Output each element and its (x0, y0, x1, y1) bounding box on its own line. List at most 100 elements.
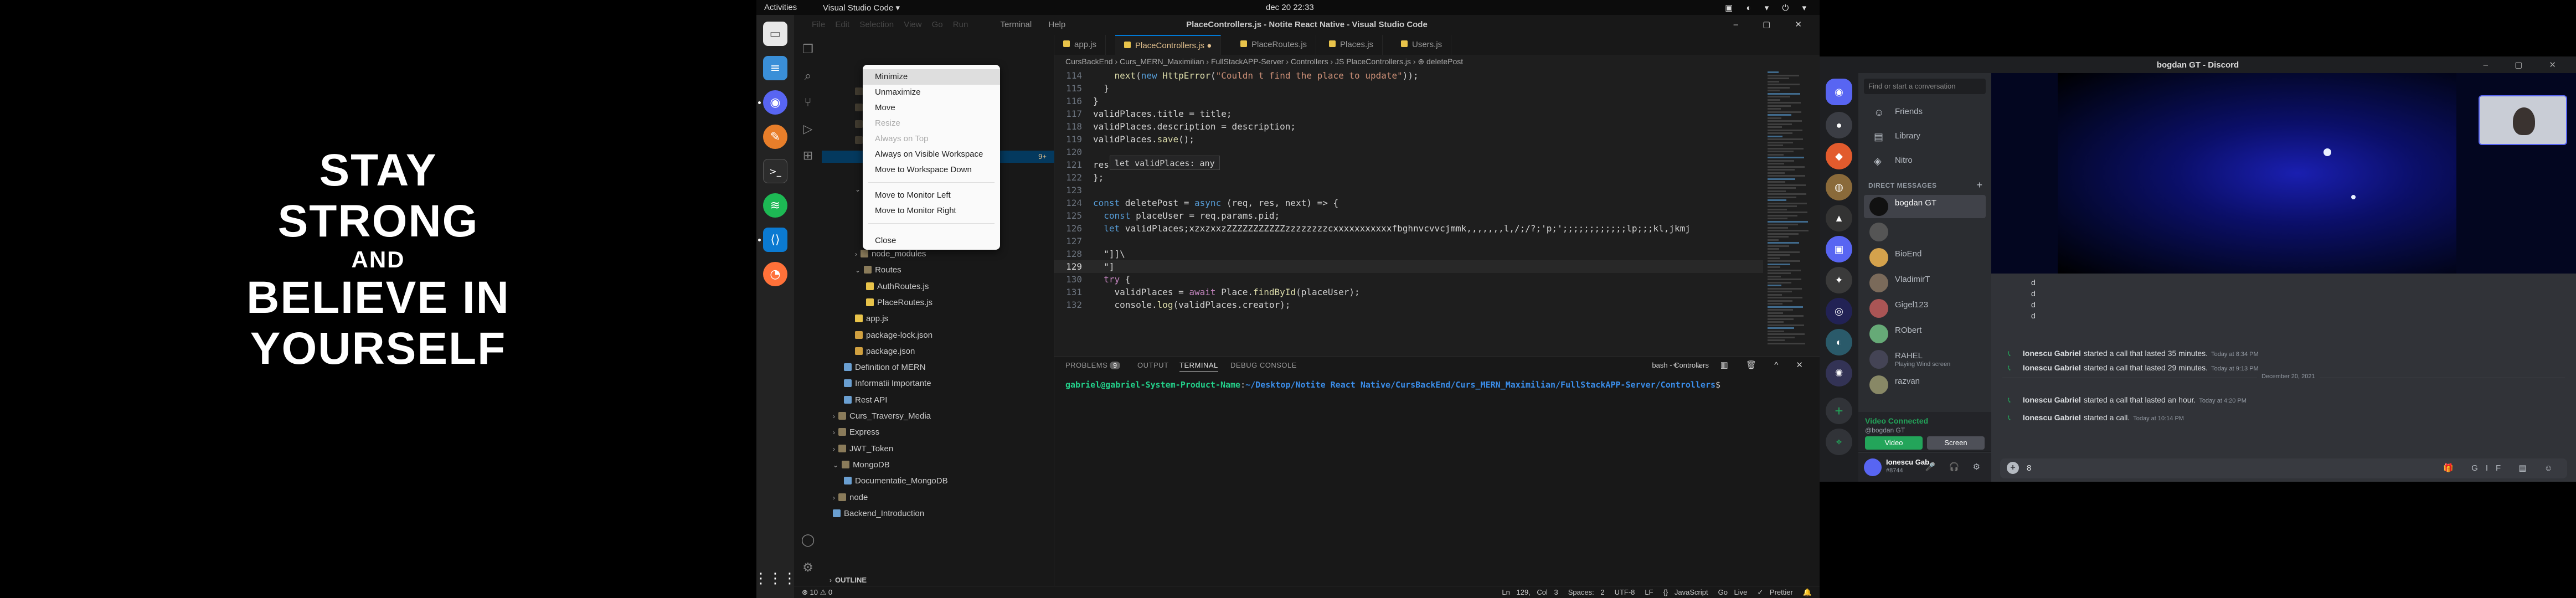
server-icon[interactable]: ✦ (1826, 267, 1852, 293)
tree-item[interactable]: › Express (833, 426, 879, 439)
dm-item[interactable]: BioEnd (1864, 246, 1986, 269)
tree-item[interactable]: › node (833, 492, 868, 504)
tab-terminal[interactable]: TERMINAL (1179, 361, 1218, 372)
account-icon[interactable]: ◯ (801, 533, 815, 548)
terminal-output[interactable]: gabriel@gabriel-System-Product-Name:~/De… (1065, 380, 1720, 390)
status-item[interactable]: UTF-8 (1615, 588, 1635, 596)
dm-item[interactable]: RObert (1864, 322, 1986, 346)
tab-1[interactable]: app.js (1054, 35, 1106, 55)
dm-item[interactable]: razvan (1864, 373, 1986, 396)
discord-home-icon[interactable]: ◉ (1826, 79, 1852, 105)
server-icon[interactable]: ◎ (1826, 298, 1852, 324)
new-dm-icon[interactable]: + (1976, 179, 1982, 191)
tab-3[interactable]: PlaceRoutes.js (1232, 35, 1317, 55)
app-menu-button[interactable]: Visual Studio Code ▾ (823, 3, 900, 13)
server-icon[interactable]: ◍ (1826, 174, 1852, 200)
tree-item[interactable]: package-lock.json (855, 329, 932, 342)
context-menu-item[interactable]: Move to Workspace Down (863, 162, 1000, 178)
server-icon[interactable]: ◆ (1826, 143, 1852, 169)
tree-item[interactable]: Backend_Introduction (833, 508, 924, 520)
extensions-icon[interactable]: ⊞ (801, 149, 815, 163)
tree-item[interactable]: Documentatie_MongoDB (844, 475, 948, 487)
nav-nitro[interactable]: ◈ Nitro (1864, 150, 1986, 172)
avatar[interactable] (1864, 458, 1882, 476)
search-input[interactable]: Find or start a conversation (1864, 79, 1986, 94)
add-attachment-icon[interactable]: + (2007, 462, 2019, 474)
video-call[interactable] (1991, 73, 2576, 274)
dm-item[interactable]: bogdan GT (1864, 195, 1986, 218)
activities-button[interactable]: Activities (764, 3, 797, 12)
breadcrumb[interactable]: CursBackEnd › Curs_MERN_Maximilian › Ful… (1054, 55, 1820, 68)
tab-4[interactable]: Places.js (1320, 35, 1383, 55)
status-item[interactable]: Spaces: 2 (1568, 588, 1605, 596)
tree-item[interactable]: › JWT_Token (833, 443, 893, 455)
screen-button[interactable]: Screen (1927, 436, 1985, 450)
minimap[interactable] (1764, 68, 1812, 356)
gear-icon[interactable]: ⚙ (801, 561, 815, 575)
tree-item[interactable]: ⌄ MongoDB (833, 459, 890, 471)
outline-section[interactable]: › OUTLINE (830, 574, 867, 586)
self-view-pip[interactable] (2479, 95, 2567, 145)
dm-item[interactable]: VladimirT (1864, 271, 1986, 295)
nav-library[interactable]: ▤ Library (1864, 125, 1986, 147)
source-control-icon[interactable]: ⑂ (801, 96, 815, 110)
show-applications-icon[interactable]: ⋮⋮⋮ (756, 566, 797, 591)
add-server-icon[interactable]: + (1826, 398, 1852, 424)
search-icon[interactable]: ⌕ (801, 69, 815, 84)
context-menu-item[interactable]: Move (863, 100, 1000, 116)
context-menu-item[interactable]: Unmaximize (863, 85, 1000, 100)
tree-item[interactable]: PlaceRoutes.js (866, 297, 932, 309)
files-icon[interactable]: ▭ (763, 22, 787, 46)
context-menu-item[interactable]: Move to Monitor Left (863, 188, 1000, 203)
explore-servers-icon[interactable]: ⌖ (1826, 429, 1852, 455)
tree-item[interactable]: Rest API (844, 394, 887, 406)
tab-5[interactable]: Users.js (1392, 35, 1452, 55)
spotify-icon[interactable]: ≋ (763, 193, 787, 218)
window-controls[interactable]: – ▢ ✕ (1734, 19, 1813, 29)
status-item[interactable]: Go Live (1718, 588, 1748, 596)
status-item[interactable]: {} JavaScript (1663, 588, 1708, 596)
status-item[interactable]: Ln 129, Col 3 (1502, 588, 1558, 596)
nav-friends[interactable]: ☺ Friends (1864, 101, 1986, 123)
tree-item[interactable]: › node_modules (855, 248, 926, 260)
discord-window-controls[interactable]: – ▢ ✕ (2484, 60, 2568, 70)
code-editor[interactable]: 114 next(new HttpError("Couldn t find th… (1054, 69, 1763, 356)
server-icon[interactable]: ✺ (1826, 360, 1852, 386)
run-debug-icon[interactable]: ▷ (801, 122, 815, 137)
discord-dock-icon[interactable]: ◉ (763, 90, 787, 115)
dm-item[interactable] (1864, 220, 1986, 244)
tree-item[interactable]: Informatii Importante (844, 378, 931, 390)
tree-item[interactable]: app.js (855, 313, 888, 325)
tab-output[interactable]: OUTPUT (1137, 361, 1168, 369)
tab-problems[interactable]: PROBLEMS 9 (1065, 361, 1121, 369)
text-editor-icon[interactable]: ≡ (763, 56, 787, 80)
tree-item[interactable]: Definition of MERN (844, 362, 926, 374)
context-menu-item[interactable]: Move to Monitor Right (863, 203, 1000, 219)
tree-item[interactable]: AuthRoutes.js (866, 281, 929, 293)
system-tray[interactable]: ▣ ◐ ▾ ⏻ ▾ (1725, 3, 1812, 13)
message-box[interactable]: + 8 🎁 GIF ▤ ☺ (2000, 458, 2567, 478)
user-controls[interactable]: 🎤 🎧 ⚙ (1925, 462, 1986, 472)
context-menu-item[interactable]: Minimize (863, 69, 1000, 85)
status-item[interactable]: ✓ Prettier (1757, 588, 1792, 596)
terminal-icon[interactable]: >_ (763, 159, 787, 183)
tab-2[interactable]: PlaceControllers.js ● (1115, 35, 1222, 55)
firefox-icon[interactable]: ◔ (763, 262, 787, 286)
tree-item[interactable]: › Curs_Traversy_Media (833, 410, 931, 422)
tab-debug-console[interactable]: DEBUG CONSOLE (1230, 361, 1297, 369)
tree-item[interactable]: ⌄ Routes (855, 264, 901, 276)
folder-icon[interactable]: ▣ (1826, 236, 1852, 262)
server-icon[interactable]: ● (1826, 112, 1852, 138)
status-item[interactable]: 🔔 (1803, 588, 1812, 596)
status-problems[interactable]: ⊗ 10 ⚠ 0 (802, 588, 832, 597)
tree-item[interactable]: package.json (855, 346, 915, 358)
context-menu-item[interactable]: Always on Visible Workspace (863, 147, 1000, 162)
postman-icon[interactable]: ✎ (763, 125, 787, 149)
video-button[interactable]: Video (1865, 436, 1923, 450)
server-icon[interactable]: ▲ (1826, 205, 1852, 231)
dm-item[interactable]: Gigel123 (1864, 297, 1986, 320)
message-tools[interactable]: 🎁 GIF ▤ ☺ (2443, 463, 2560, 473)
status-item[interactable]: LF (1645, 588, 1653, 596)
terminal-controls[interactable]: + ⌄ ▥ 🗑 ^ ✕ (1673, 360, 1811, 370)
explorer-icon[interactable]: ❐ (801, 43, 815, 57)
